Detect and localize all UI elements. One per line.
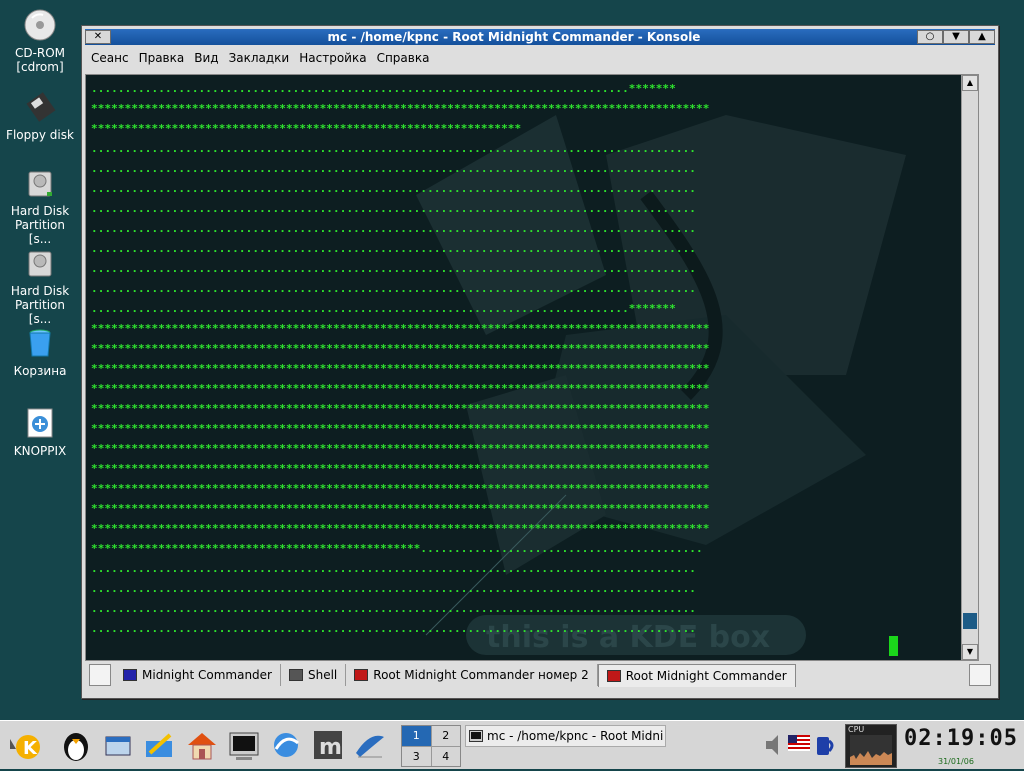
kde-panel: K m 1 2 3 4 mc - /home/kpnc - Root Midni — [0, 720, 1024, 769]
new-session-button[interactable] — [89, 664, 111, 686]
mozilla-icon[interactable]: m — [310, 727, 346, 763]
terminal-icon — [469, 730, 483, 742]
pager-desktop-3[interactable]: 3 — [402, 746, 431, 766]
cdrom-icon — [23, 8, 57, 42]
file-manager-icon[interactable] — [142, 727, 178, 763]
sticky-button[interactable]: ○ — [917, 30, 943, 44]
pager-desktop-4[interactable]: 4 — [431, 746, 460, 766]
penguin-icon[interactable] — [58, 727, 94, 763]
tab-label: Midnight Commander — [142, 668, 272, 682]
text-cursor — [889, 636, 898, 656]
harddisk-icon — [23, 166, 57, 200]
date-label: 31/01/06 — [938, 757, 974, 766]
trash-icon — [23, 326, 57, 360]
scrollbar-thumb[interactable] — [963, 613, 977, 629]
cpu-monitor[interactable]: CPU — [845, 724, 897, 768]
konsole-window: ✕ mc - /home/kpnc - Root Midnight Comman… — [81, 25, 999, 699]
clock[interactable]: 02:19:05 — [904, 726, 1017, 751]
browser-icon[interactable] — [268, 727, 304, 763]
minimize-button[interactable]: ▼ — [943, 30, 969, 44]
desktop-icon-cdrom[interactable]: CD-ROM [cdrom] — [2, 8, 78, 74]
terminal-area[interactable]: this is a KDE box ......................… — [85, 74, 979, 661]
window-title: mc - /home/kpnc - Root Midnight Commande… — [327, 30, 701, 44]
tab-shell[interactable]: Shell — [281, 664, 347, 686]
terminal-icon[interactable] — [226, 727, 262, 763]
pager-desktop-2[interactable]: 2 — [431, 726, 460, 746]
floppy-icon — [23, 90, 57, 124]
tab-root-mc-2[interactable]: Root Midnight Commander номер 2 — [346, 664, 598, 686]
desktop-icon-label: KNOPPIX — [13, 444, 67, 458]
desktop-icon-label: Hard Disk Partition [s... — [10, 284, 70, 326]
terminal-icon — [606, 669, 621, 682]
home-icon[interactable] — [184, 727, 220, 763]
cpu-label: CPU — [848, 725, 865, 734]
menu-bookmarks[interactable]: Закладки — [229, 48, 290, 68]
tab-label: Shell — [307, 668, 338, 682]
task-label: mc - /home/kpnc - Root Midni — [487, 729, 664, 743]
taskbar-task-button[interactable]: mc - /home/kpnc - Root Midni — [465, 725, 666, 747]
speaker-icon[interactable] — [762, 731, 786, 759]
close-button[interactable]: ✕ — [85, 30, 111, 44]
maximize-button[interactable]: ▲ — [969, 30, 995, 44]
terminal-output: ........................................… — [91, 82, 710, 635]
desktop-icon-floppy[interactable]: Floppy disk — [2, 90, 78, 142]
knoppix-icon — [23, 406, 57, 440]
desktop-icon-label: CD-ROM [cdrom] — [14, 46, 66, 74]
us-flag-icon[interactable] — [788, 735, 810, 751]
tab-root-mc[interactable]: Root Midnight Commander — [597, 663, 796, 687]
klipper-cup-icon[interactable] — [814, 733, 836, 757]
kde-logo-icon: K — [10, 735, 40, 759]
desktop-icon-label: Floppy disk — [6, 128, 74, 142]
menu-help[interactable]: Справка — [377, 48, 430, 68]
menu-session[interactable]: Сеанс — [91, 48, 129, 68]
terminal-icon — [123, 669, 137, 681]
svg-text:m: m — [319, 735, 342, 760]
pager-desktop-1[interactable]: 1 — [402, 726, 431, 746]
menu-settings[interactable]: Настройка — [299, 48, 366, 68]
menu-view[interactable]: Вид — [194, 48, 218, 68]
tab-label: Root Midnight Commander номер 2 — [373, 668, 589, 682]
desktop-icon-harddisk-2[interactable]: Hard Disk Partition [s... — [2, 246, 78, 326]
terminal-icon — [288, 669, 303, 681]
tab-midnight-commander[interactable]: Midnight Commander — [115, 664, 281, 686]
svg-text:K: K — [23, 738, 38, 759]
scroll-up-arrow-icon[interactable]: ▲ — [962, 75, 978, 91]
windows-list-icon[interactable] — [100, 727, 136, 763]
desktop-icon-harddisk-1[interactable]: Hard Disk Partition [s... — [2, 166, 78, 246]
menu-bar: Сеанс Правка Вид Закладки Настройка Спра… — [87, 48, 429, 68]
tab-label: Root Midnight Commander — [625, 668, 787, 683]
desktop-icon-label: Hard Disk Partition [s... — [10, 204, 70, 246]
terminal-icon — [354, 669, 369, 681]
openoffice-icon[interactable] — [352, 727, 388, 763]
title-bar[interactable]: ✕ mc - /home/kpnc - Root Midnight Comman… — [85, 29, 995, 45]
terminal-scrollbar[interactable]: ▲ ▼ — [961, 75, 978, 660]
desktop-pager: 1 2 3 4 — [401, 725, 461, 767]
desktop-icon-trash[interactable]: Корзина — [2, 326, 78, 378]
scroll-down-arrow-icon[interactable]: ▼ — [962, 644, 978, 660]
close-session-button[interactable] — [969, 664, 991, 686]
menu-edit[interactable]: Правка — [139, 48, 185, 68]
desktop-icon-knoppix[interactable]: KNOPPIX — [2, 406, 78, 458]
kmenu-button[interactable]: K — [4, 727, 40, 763]
desktop-icon-label: Корзина — [13, 364, 67, 378]
session-tab-bar: Midnight Commander Shell Root Midnight C… — [85, 662, 995, 688]
harddisk-icon — [23, 246, 57, 280]
